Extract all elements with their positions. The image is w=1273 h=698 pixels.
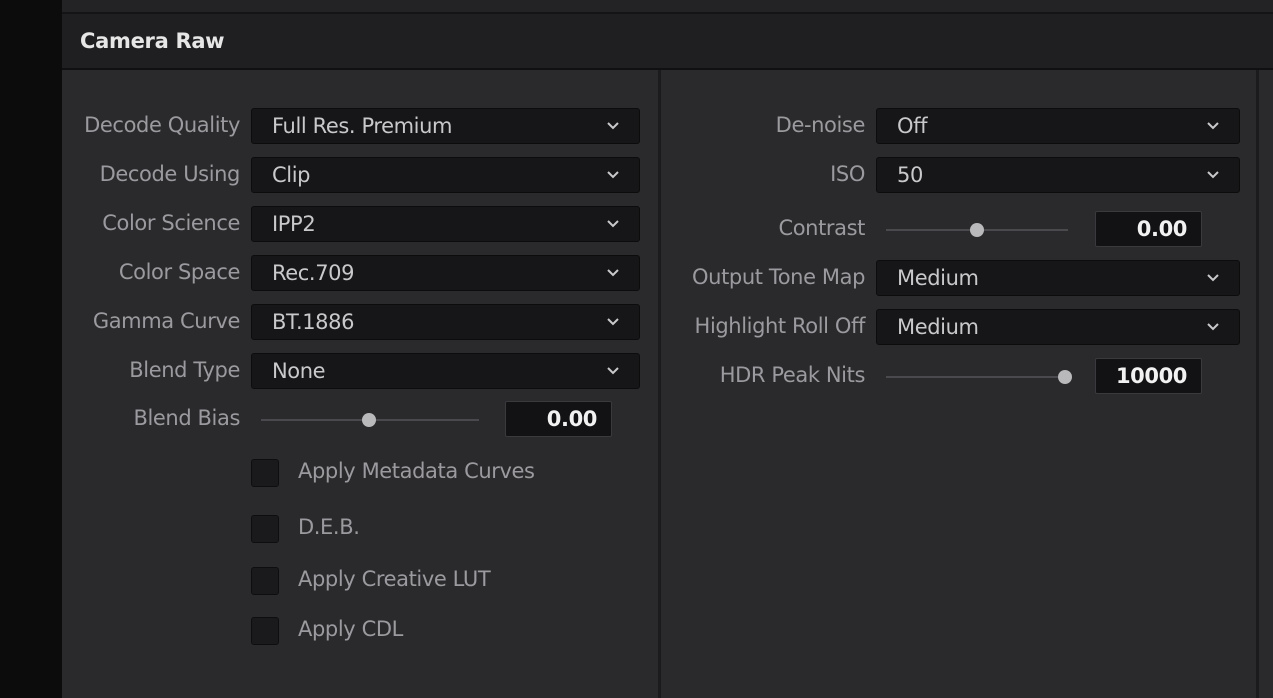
chevron-down-icon bbox=[1207, 122, 1219, 130]
right-edge-divider bbox=[1256, 70, 1259, 698]
blend-type-label: Blend Type bbox=[129, 358, 240, 382]
apply-cdl-label: Apply CDL bbox=[298, 617, 403, 641]
chevron-down-icon bbox=[607, 171, 619, 179]
apply-metadata-curves-label: Apply Metadata Curves bbox=[298, 459, 535, 483]
color-space-label: Color Space bbox=[118, 260, 241, 284]
color-space-dropdown[interactable]: Rec.709 bbox=[251, 255, 640, 291]
chevron-down-icon bbox=[1207, 274, 1219, 282]
blend-type-value: None bbox=[272, 359, 326, 383]
deb-checkbox[interactable] bbox=[251, 515, 279, 543]
blend-bias-label: Blend Bias bbox=[133, 406, 240, 430]
iso-value: 50 bbox=[897, 163, 923, 187]
hdr-peak-nits-slider-track[interactable] bbox=[886, 376, 1068, 378]
hdr-peak-nits-label: HDR Peak Nits bbox=[719, 363, 866, 387]
chevron-down-icon bbox=[607, 318, 619, 326]
panel-title: Camera Raw bbox=[80, 29, 225, 53]
gamma-curve-dropdown[interactable]: BT.1886 bbox=[251, 304, 640, 340]
gamma-curve-label: Gamma Curve bbox=[92, 309, 241, 333]
contrast-label: Contrast bbox=[778, 216, 865, 240]
denoise-label: De-noise bbox=[775, 113, 866, 137]
blend-bias-slider-thumb[interactable] bbox=[362, 413, 376, 427]
color-science-dropdown[interactable]: IPP2 bbox=[251, 206, 640, 242]
contrast-slider-thumb[interactable] bbox=[970, 223, 984, 237]
chevron-down-icon bbox=[607, 122, 619, 130]
app-window: Camera Raw Decode Quality Full Res. Prem… bbox=[0, 0, 1273, 698]
apply-metadata-curves-checkbox[interactable] bbox=[251, 459, 279, 487]
contrast-input[interactable]: 0.00 bbox=[1095, 211, 1202, 247]
chevron-down-icon bbox=[1207, 171, 1219, 179]
highlight-roll-off-label: Highlight Roll Off bbox=[694, 314, 866, 338]
gamma-curve-value: BT.1886 bbox=[272, 310, 355, 334]
decode-quality-dropdown[interactable]: Full Res. Premium bbox=[251, 108, 640, 144]
denoise-dropdown[interactable]: Off bbox=[876, 108, 1240, 144]
chevron-down-icon bbox=[1207, 323, 1219, 331]
color-space-value: Rec.709 bbox=[272, 261, 355, 285]
chevron-down-icon bbox=[607, 269, 619, 277]
chevron-down-icon bbox=[607, 367, 619, 375]
denoise-value: Off bbox=[897, 114, 928, 138]
highlight-roll-off-value: Medium bbox=[897, 315, 979, 339]
blend-type-dropdown[interactable]: None bbox=[251, 353, 640, 389]
column-divider bbox=[658, 70, 661, 698]
decode-quality-value: Full Res. Premium bbox=[272, 114, 453, 138]
iso-label: ISO bbox=[830, 162, 865, 186]
apply-creative-lut-checkbox[interactable] bbox=[251, 567, 279, 595]
apply-cdl-checkbox[interactable] bbox=[251, 617, 279, 645]
decode-using-value: Clip bbox=[272, 163, 311, 187]
camera-raw-panel: Camera Raw Decode Quality Full Res. Prem… bbox=[62, 0, 1273, 698]
iso-dropdown[interactable]: 50 bbox=[876, 157, 1240, 193]
blend-bias-input[interactable]: 0.00 bbox=[505, 401, 612, 437]
hdr-peak-nits-input[interactable]: 10000 bbox=[1095, 358, 1202, 394]
chevron-down-icon bbox=[607, 220, 619, 228]
output-tone-map-label: Output Tone Map bbox=[692, 265, 865, 289]
color-science-label: Color Science bbox=[102, 211, 240, 235]
left-sidebar-strip bbox=[0, 0, 62, 698]
output-tone-map-dropdown[interactable]: Medium bbox=[876, 260, 1240, 296]
decode-using-dropdown[interactable]: Clip bbox=[251, 157, 640, 193]
panel-header: Camera Raw bbox=[62, 14, 1273, 70]
decode-quality-label: Decode Quality bbox=[84, 113, 240, 137]
hdr-peak-nits-slider-thumb[interactable] bbox=[1058, 370, 1072, 384]
highlight-roll-off-dropdown[interactable]: Medium bbox=[876, 309, 1240, 345]
apply-creative-lut-label: Apply Creative LUT bbox=[298, 567, 491, 591]
decode-using-label: Decode Using bbox=[99, 162, 241, 186]
output-tone-map-value: Medium bbox=[897, 266, 979, 290]
deb-label: D.E.B. bbox=[298, 515, 360, 539]
color-science-value: IPP2 bbox=[272, 212, 316, 236]
top-bar bbox=[62, 0, 1273, 14]
